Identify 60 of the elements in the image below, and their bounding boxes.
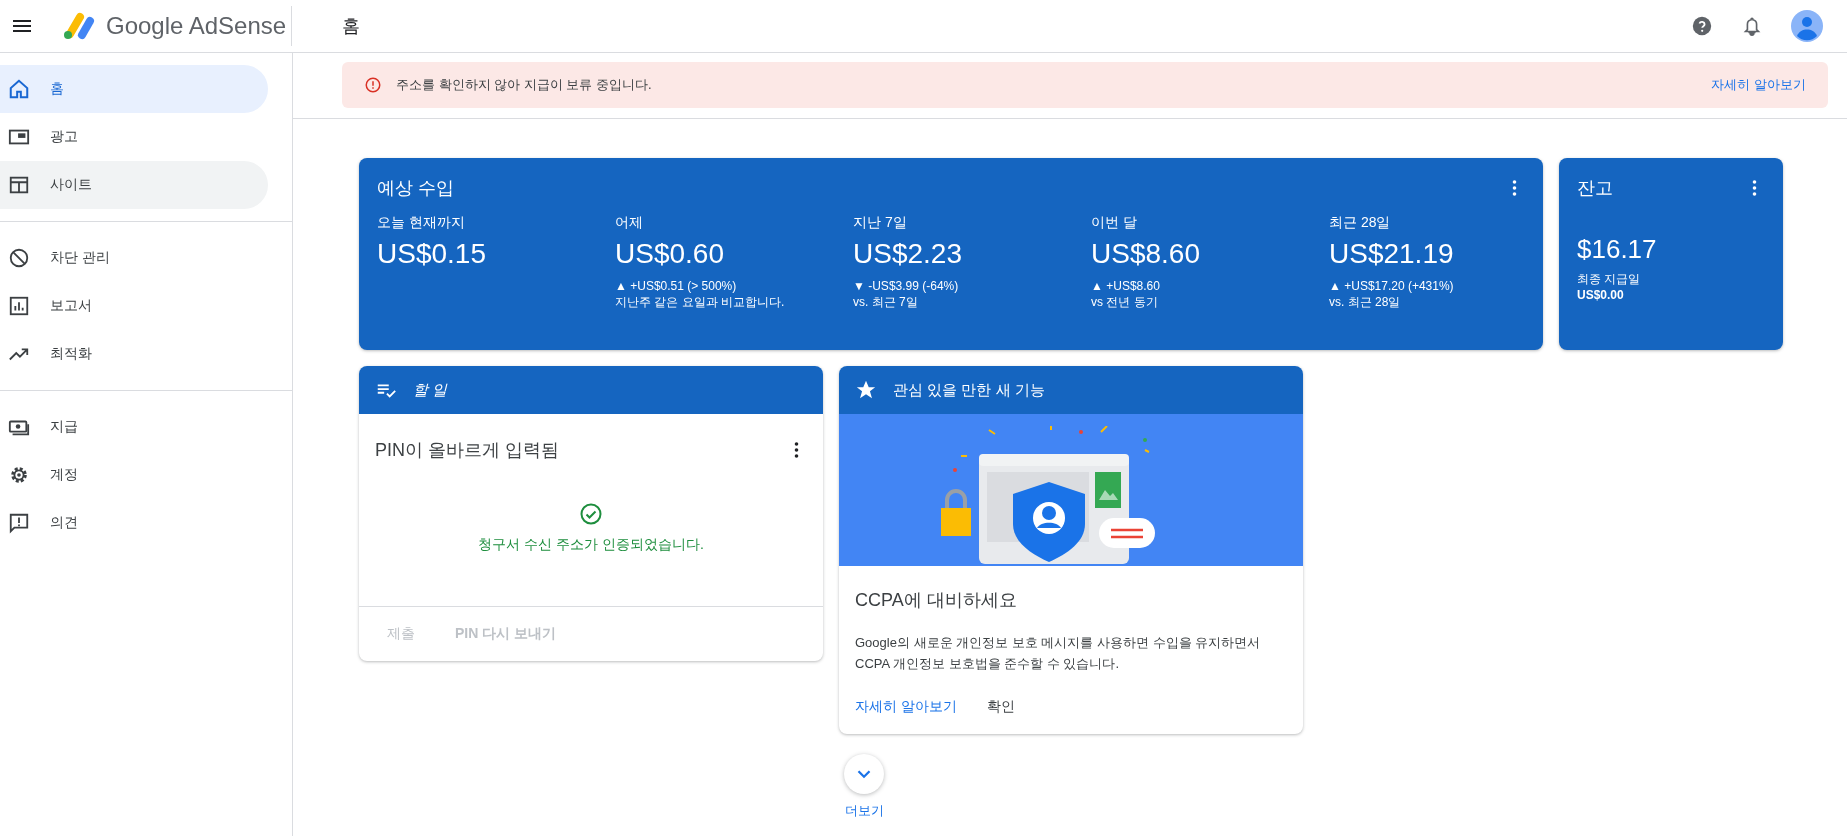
feedback-icon [8, 512, 30, 534]
confirm-button[interactable]: 확인 [986, 692, 1015, 722]
last-payment-label: 최종 지급일 [1577, 271, 1642, 287]
block-icon [8, 247, 30, 269]
web-icon [8, 174, 30, 196]
learn-more-link[interactable]: 자세히 알아보기 [855, 692, 957, 722]
help-icon[interactable] [1691, 15, 1713, 37]
notifications-icon[interactable] [1741, 15, 1763, 37]
metric-change: ▲ +US$8.60 [1091, 278, 1161, 294]
metric-change: ▼ -US$3.99 (-64%) [853, 278, 960, 294]
metric-value: US$0.15 [377, 238, 487, 270]
metric-note: vs. 최근 28일 [1329, 294, 1402, 310]
card-title: 예상 수입 [377, 177, 454, 200]
metric-value: US$21.19 [1329, 238, 1455, 270]
settings-icon [8, 464, 30, 486]
sidebar-item[interactable]: 광고 [0, 113, 268, 161]
sidebar-item[interactable]: 계정 [0, 451, 268, 499]
sidebar-item[interactable]: 홈 [0, 65, 268, 113]
more-label[interactable]: 더보기 [844, 802, 884, 820]
expand-button[interactable] [844, 754, 884, 794]
metric-value: US$2.23 [853, 238, 963, 270]
home-icon [8, 78, 30, 100]
metric-note: vs 전년 동기 [1091, 294, 1159, 310]
more-options-icon[interactable] [794, 442, 799, 458]
sidebar-item[interactable]: 사이트 [0, 161, 268, 209]
sidebar-item[interactable]: 차단 관리 [0, 234, 268, 282]
feature-heading: CCPA에 대비하세요 [855, 589, 1018, 612]
card-title: 관심 있을 만한 새 기능 [893, 380, 1045, 400]
card-title: 잔고 [1577, 177, 1613, 200]
balance-value: $16.17 [1577, 234, 1658, 265]
metric-label: 어제 [615, 214, 644, 232]
metric-label: 최근 28일 [1329, 214, 1392, 232]
app-name: Google AdSense [106, 12, 287, 40]
star-icon [855, 379, 877, 401]
metric-label: 오늘 현재까지 [377, 214, 466, 232]
sidebar-item[interactable]: 의견 [0, 499, 268, 547]
metric-note: 지난주 같은 요일과 비교합니다. [615, 294, 786, 310]
sidebar-item[interactable]: 최적화 [0, 330, 268, 378]
metric-value: US$8.60 [1091, 238, 1201, 270]
bar-chart-icon [8, 295, 30, 317]
metric-change: ▲ +US$17.20 (+431%) [1329, 278, 1455, 294]
sidebar-item[interactable]: 보고서 [0, 282, 268, 330]
avatar-icon[interactable] [1791, 10, 1823, 42]
card-title: 할 일 [413, 380, 448, 400]
metric-change: ▲ +US$0.51 (> 500%) [615, 278, 738, 294]
page-title: 홈 [342, 15, 361, 38]
sidebar-item[interactable]: 지급 [0, 403, 268, 451]
metric-note: vs. 최근 7일 [853, 294, 919, 310]
task-title: PIN이 올바르게 입력됨 [375, 439, 559, 462]
metric-value: US$0.60 [615, 238, 725, 270]
metric-label: 이번 달 [1091, 214, 1138, 232]
feature-description: Google의 새로운 개인정보 보호 메시지를 사용하면 수입을 유지하면서 CCPA 개인정보 보호법을 준수할 수 있습니다. [855, 634, 1262, 673]
check-circle-icon [579, 502, 603, 526]
metric-label: 지난 7일 [853, 214, 908, 232]
error-icon [364, 76, 382, 94]
learn-more-link[interactable]: 자세히 알아보기 [1711, 76, 1806, 94]
status-message: 청구서 수신 주소가 인증되었습니다. [478, 536, 704, 554]
alert-message: 주소를 확인하지 않아 지급이 보류 중입니다. [396, 76, 653, 94]
last-payment-amount: US$0.00 [1577, 287, 1625, 303]
logo-icon [62, 12, 96, 40]
